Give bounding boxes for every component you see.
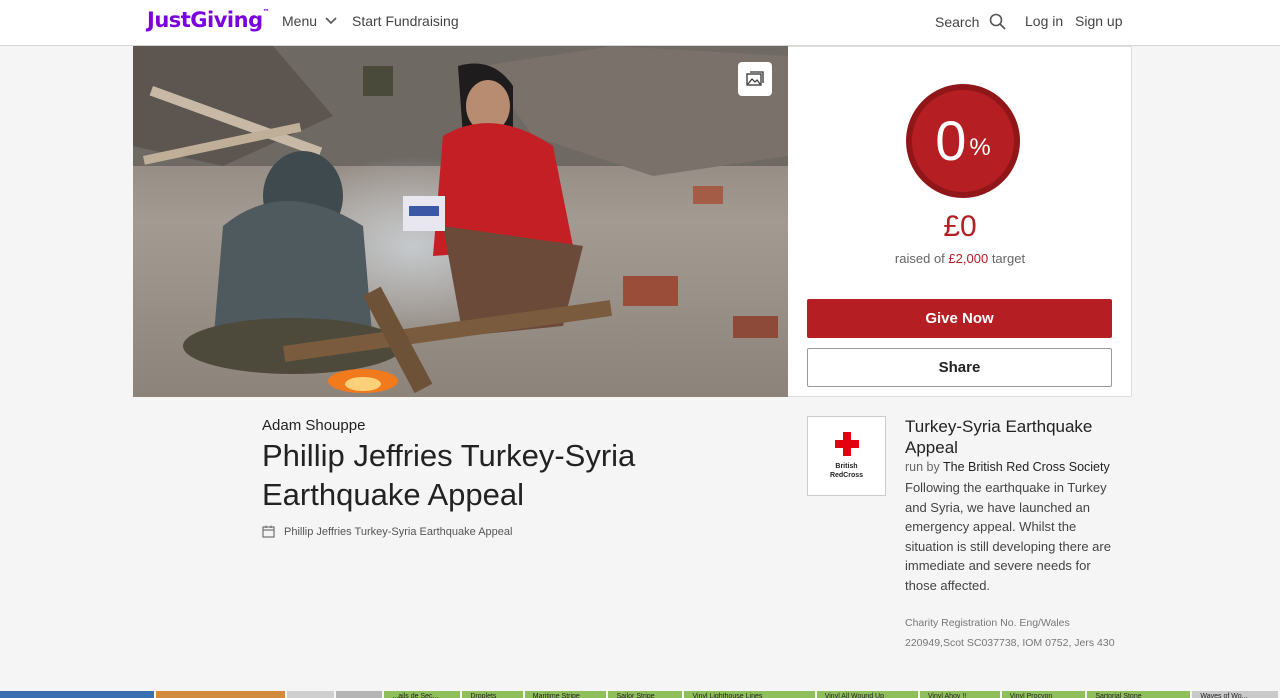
raised-amount: £0 — [943, 210, 977, 243]
search-label: Search — [935, 13, 980, 30]
login-link[interactable]: Log in — [1025, 13, 1063, 29]
strip-tile[interactable]: Vinyl Ahoy !! — [919, 691, 1002, 698]
raised-prefix: raised of — [894, 251, 945, 266]
strip-tile[interactable]: Vinyl Procyon — [1001, 691, 1088, 698]
charity-registration: Charity Registration No. Eng/Wales 22094… — [905, 617, 1115, 649]
calendar-icon — [262, 525, 275, 538]
earthquake-rubble-photo — [133, 46, 788, 397]
charity-description: Following the earthquake in Turkey and S… — [905, 480, 1111, 593]
logo-text-line-2: RedCross — [829, 472, 864, 479]
strip-tile[interactable]: ...ails de Sec... — [384, 691, 463, 698]
progress-circle: 0 % — [906, 84, 1020, 198]
logo-trademark: ™ — [262, 8, 270, 16]
justgiving-logo[interactable]: JustGiving™ — [147, 8, 270, 32]
strip-tile[interactable]: Vinyl Lighthouse Lines — [684, 691, 817, 698]
chevron-down-icon — [325, 17, 337, 25]
strip-tile[interactable] — [0, 691, 156, 698]
charity-logo-text: British RedCross — [830, 462, 863, 480]
strip-tile[interactable]: Sailor Stripe — [608, 691, 685, 698]
appeal-name[interactable]: Turkey-Syria Earthquake Appeal — [905, 416, 1120, 458]
percent-sign: % — [969, 134, 991, 161]
run-by-line: run by The British Red Cross Society — [905, 460, 1135, 474]
search-icon — [990, 13, 1006, 30]
site-header: JustGiving™ Menu Start Fundraising Searc… — [0, 0, 1280, 46]
red-cross-icon — [834, 432, 859, 456]
search-button[interactable]: Search — [935, 13, 1006, 30]
page-title: Phillip Jeffries Turkey-Syria Earthquake… — [262, 438, 636, 512]
raised-target-line: raised of £2,000 target — [788, 251, 1132, 266]
progress-percent: 0 — [935, 109, 967, 172]
strip-tile[interactable]: Vinyl All Wound Up — [816, 691, 920, 698]
strip-tile[interactable] — [286, 691, 336, 698]
start-fundraising-link[interactable]: Start Fundraising — [352, 13, 459, 29]
page-owner[interactable]: Adam Shouppe — [262, 417, 365, 434]
share-button[interactable]: Share — [807, 348, 1112, 387]
give-now-button[interactable]: Give Now — [807, 299, 1112, 338]
signup-link[interactable]: Sign up — [1075, 13, 1122, 29]
strip-tile[interactable]: Droplets — [462, 691, 525, 698]
logo-text: JustGiving — [147, 8, 263, 32]
strip-tile[interactable] — [155, 691, 287, 698]
menu-label: Menu — [282, 13, 318, 29]
event-name[interactable]: Phillip Jeffries Turkey-Syria Earthquake… — [284, 526, 512, 538]
target-amount: £2,000 — [948, 251, 989, 266]
menu-button[interactable]: Menu — [282, 13, 337, 29]
run-by-prefix: run by — [905, 460, 940, 474]
strip-tile[interactable]: Maritime Stripe — [524, 691, 609, 698]
bottom-product-strip: ...ails de Sec... Droplets Maritime Stripe… — [0, 691, 1280, 698]
strip-tile[interactable]: Waves of Wo... — [1192, 691, 1280, 698]
hero-image — [133, 46, 788, 397]
strip-tile[interactable] — [335, 691, 385, 698]
image-gallery-icon — [746, 71, 764, 86]
logo-text-line-1: British — [835, 463, 858, 470]
raised-suffix: target — [991, 251, 1026, 266]
strip-tile[interactable]: Sartorial Stone — [1087, 691, 1193, 698]
event-meta: Phillip Jeffries Turkey-Syria Earthquake… — [262, 525, 512, 538]
charity-logo[interactable]: British RedCross — [807, 416, 886, 496]
gallery-button[interactable] — [738, 62, 772, 96]
charity-org-link[interactable]: The British Red Cross Society — [943, 460, 1110, 474]
